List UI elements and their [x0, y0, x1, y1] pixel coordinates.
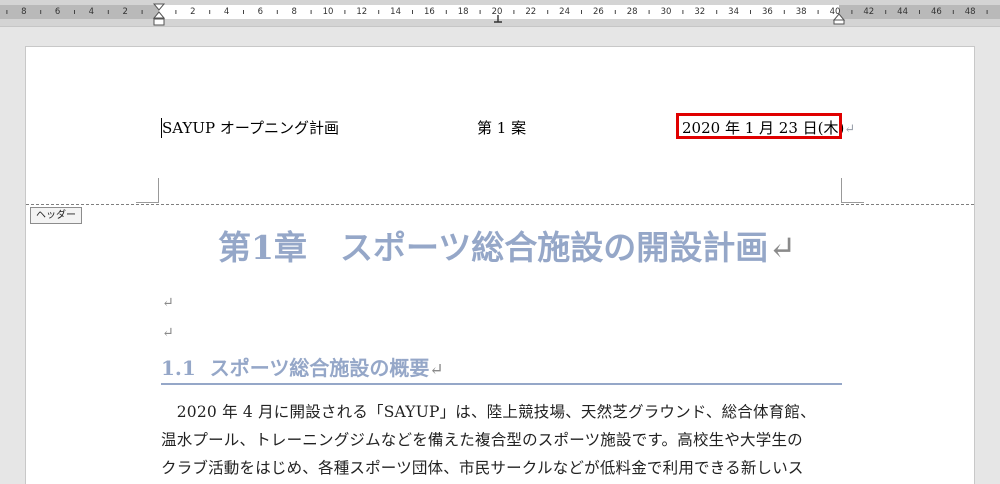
empty-paragraph-mark[interactable]: ↵ [162, 325, 174, 341]
indent-marker-icon[interactable] [152, 3, 166, 27]
ruler-tick-label: 48 [964, 7, 976, 17]
paragraph-mark: ↵ [429, 360, 444, 380]
header-label[interactable]: ヘッダー [30, 207, 82, 224]
date-highlight-box [676, 113, 842, 139]
heading-text: スポーツ総合施設の概要 [209, 356, 430, 380]
ruler-tick-label: 16 [423, 7, 435, 17]
ruler-tick-label: 46 [930, 7, 942, 17]
header-boundary [26, 204, 974, 205]
ruler-tick-label: 18 [457, 7, 469, 17]
ruler-tick-label: 6 [54, 7, 61, 17]
header-left-text[interactable]: SAYUP オープニング計画 [162, 118, 339, 138]
ruler-tick-label: 36 [761, 7, 773, 17]
ruler-tick-label: 42 [863, 7, 875, 17]
body-line: 2020 年 4 月に開設される「SAYUP」は、陸上競技場、天然芝グラウンド、… [161, 403, 816, 421]
body-line: 温水プール、トレーニングジムなどを備えた複合型のスポーツ施設です。高校生や大学生… [161, 431, 803, 449]
heading-underline [161, 383, 842, 385]
ruler-tick-label: 32 [694, 7, 706, 17]
horizontal-ruler[interactable]: 8 6 4 2 2 4 6 8 10 12 14 16 18 20 22 24 26 28 30 32 34 36 38 40… [0, 0, 1000, 27]
header-center-text[interactable]: 第 1 案 [477, 118, 526, 138]
paragraph-mark: ↵ [768, 228, 796, 267]
ruler-tick-label: 14 [390, 7, 402, 17]
empty-paragraph-mark[interactable]: ↵ [162, 295, 174, 311]
ruler-tick-label: 4 [223, 7, 230, 17]
chapter-title-text: 第1章 スポーツ総合施設の開設計画 [218, 228, 769, 267]
ruler-tick-label: 30 [660, 7, 672, 17]
chapter-title[interactable]: 第1章 スポーツ総合施設の開設計画↵ [218, 226, 796, 270]
body-line: クラブ活動をはじめ、各種スポーツ団体、市民サークルなどが低料金で利用できる新しい… [161, 459, 804, 477]
ruler-tick-label: 2 [122, 7, 128, 17]
ruler-tick-label: 22 [525, 7, 537, 17]
ruler-tick-label: 2 [190, 7, 196, 17]
ruler-tick-label: 34 [728, 7, 740, 17]
document-page[interactable]: SAYUP オープニング計画 第 1 案 2020 年 1 月 23 日(木)↵… [25, 46, 975, 484]
right-indent-marker-icon[interactable] [832, 13, 846, 25]
ruler-tick-label: 28 [626, 7, 638, 17]
ruler-tick-label: 38 [795, 7, 807, 17]
margin-corner-left [136, 178, 159, 203]
heading-number: 1.1 [161, 356, 196, 380]
margin-corner-right [841, 178, 864, 203]
ruler-tick-label: 8 [21, 7, 27, 17]
ruler-tick-label: 12 [356, 7, 368, 17]
section-heading[interactable]: 1.1 スポーツ総合施設の概要↵ [161, 353, 444, 385]
paragraph-mark: ↵ [844, 122, 856, 137]
ruler-tick-label: 10 [322, 7, 334, 17]
ruler-tick-label: 26 [592, 7, 604, 17]
center-tab-icon[interactable] [493, 14, 503, 24]
ruler-tick-label: 24 [559, 7, 571, 17]
body-paragraph[interactable]: 2020 年 4 月に開設される「SAYUP」は、陸上競技場、天然芝グラウンド、… [161, 398, 845, 482]
ruler-tick-label: 44 [897, 7, 909, 17]
ruler-tick-label: 8 [291, 7, 297, 17]
ruler-tick-label: 4 [88, 7, 95, 17]
ruler-tick-label: 6 [257, 7, 264, 17]
